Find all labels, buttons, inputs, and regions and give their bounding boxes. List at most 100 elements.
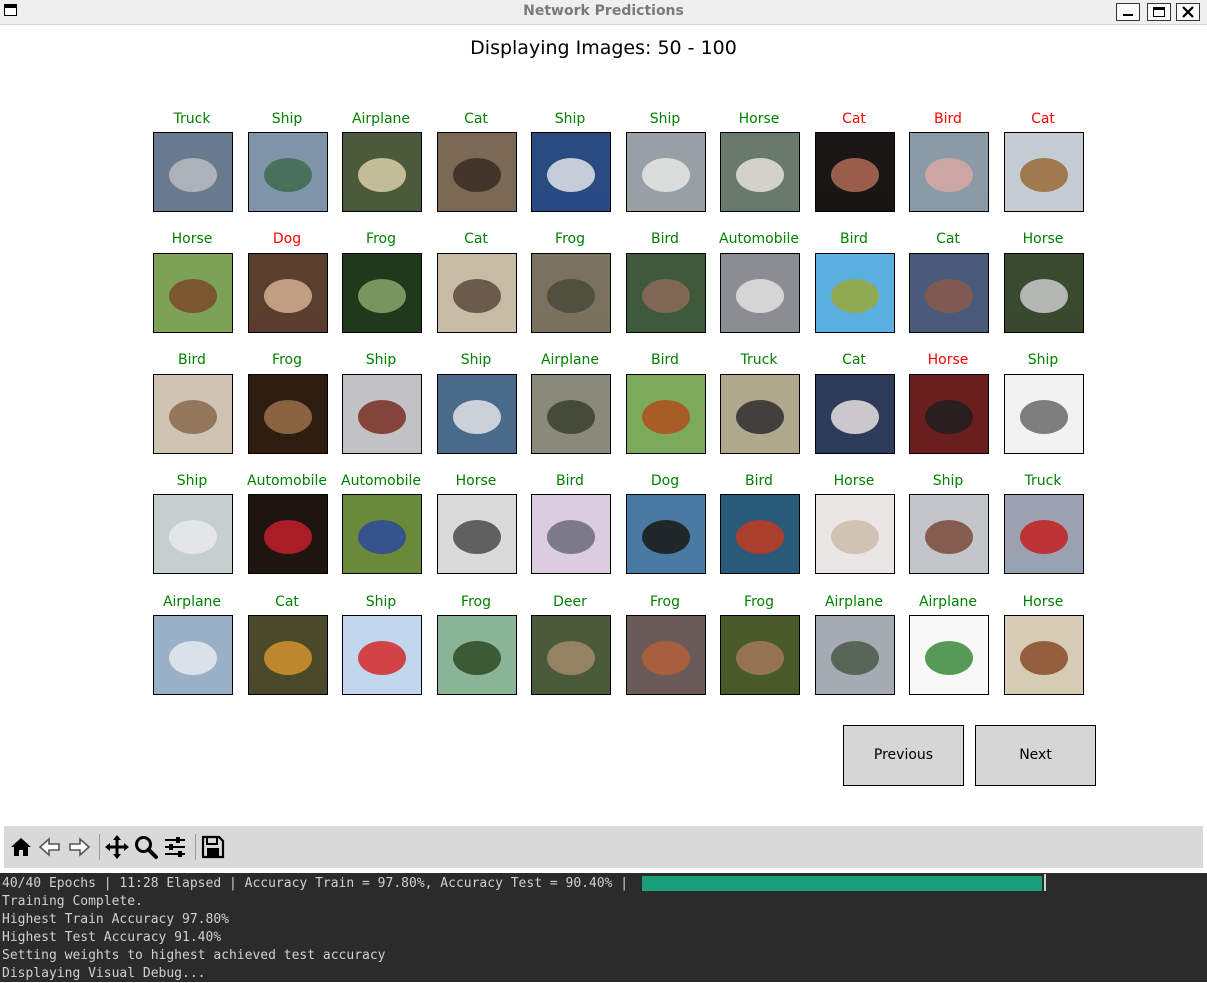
image-thumbnail	[437, 132, 517, 212]
image-thumbnail	[531, 374, 611, 454]
prediction-label: Frog	[744, 594, 774, 610]
terminal-line: Training Complete.	[2, 894, 143, 909]
image-thumbnail	[342, 615, 422, 695]
progress-bar-end	[1044, 874, 1046, 891]
prediction-label: Frog	[366, 231, 396, 247]
image-thumbnail	[626, 132, 706, 212]
image-thumbnail	[720, 253, 800, 333]
prediction-label: Bird	[745, 473, 773, 489]
prediction-label: Horse	[1022, 231, 1064, 247]
prediction-label: Ship	[176, 473, 208, 489]
image-thumbnail	[626, 615, 706, 695]
maximize-button[interactable]	[1147, 3, 1171, 21]
pan-icon[interactable]	[104, 834, 130, 860]
prediction-label: Airplane	[918, 594, 978, 610]
image-thumbnail	[153, 374, 233, 454]
image-thumbnail	[437, 494, 517, 574]
prediction-label: Automobile	[719, 231, 799, 247]
prediction-label: Ship	[932, 473, 964, 489]
zoom-icon[interactable]	[133, 834, 159, 860]
save-icon[interactable]	[200, 834, 226, 860]
prediction-label: Ship	[365, 352, 397, 368]
terminal-line: Displaying Visual Debug...	[2, 966, 206, 981]
image-thumbnail	[1004, 374, 1084, 454]
prediction-label: Frog	[555, 231, 585, 247]
prediction-label: Deer	[553, 594, 587, 610]
close-icon	[1182, 6, 1194, 18]
image-thumbnail	[437, 615, 517, 695]
toolbar-separator	[99, 834, 100, 860]
image-thumbnail	[342, 494, 422, 574]
back-icon[interactable]	[37, 834, 63, 860]
prediction-label: Truck	[173, 111, 211, 127]
prediction-label: Cat	[936, 231, 960, 247]
image-thumbnail	[342, 253, 422, 333]
prediction-label: Bird	[178, 352, 206, 368]
home-icon[interactable]	[8, 834, 34, 860]
training-progress-bar	[642, 876, 1042, 891]
image-thumbnail	[248, 494, 328, 574]
toolbar-separator	[195, 834, 196, 860]
image-thumbnail	[720, 374, 800, 454]
prediction-label: Ship	[554, 111, 586, 127]
prediction-label: Horse	[927, 352, 969, 368]
prediction-label: Ship	[365, 594, 397, 610]
image-thumbnail	[153, 253, 233, 333]
window-titlebar[interactable]: Network Predictions	[0, 0, 1207, 25]
window-title: Network Predictions	[523, 3, 684, 19]
image-thumbnail	[531, 253, 611, 333]
prediction-label: Bird	[556, 473, 584, 489]
image-thumbnail	[626, 253, 706, 333]
terminal-output: 40/40 Epochs | 11:28 Elapsed | Accuracy …	[0, 873, 1207, 982]
image-thumbnail	[153, 494, 233, 574]
terminal-line: Setting weights to highest achieved test…	[2, 948, 386, 963]
image-thumbnail	[153, 132, 233, 212]
configure-icon[interactable]	[162, 834, 188, 860]
image-thumbnail	[1004, 253, 1084, 333]
next-button[interactable]: Next	[975, 725, 1096, 786]
image-thumbnail	[1004, 494, 1084, 574]
image-thumbnail	[248, 132, 328, 212]
image-thumbnail	[626, 374, 706, 454]
image-thumbnail	[720, 494, 800, 574]
previous-button[interactable]: Previous	[843, 725, 964, 786]
image-thumbnail	[720, 132, 800, 212]
image-thumbnail	[1004, 615, 1084, 695]
prediction-label: Horse	[1022, 594, 1064, 610]
prediction-label: Ship	[1027, 352, 1059, 368]
image-thumbnail	[531, 615, 611, 695]
image-thumbnail	[909, 374, 989, 454]
terminal-line: Highest Test Accuracy 91.40%	[2, 930, 222, 945]
terminal-line: Highest Train Accuracy 97.80%	[2, 912, 229, 927]
image-thumbnail	[815, 615, 895, 695]
image-thumbnail	[626, 494, 706, 574]
image-thumbnail	[531, 494, 611, 574]
prediction-label: Airplane	[162, 594, 222, 610]
image-thumbnail	[909, 253, 989, 333]
plot-toolbar	[4, 826, 1203, 868]
image-thumbnail	[342, 132, 422, 212]
image-thumbnail	[1004, 132, 1084, 212]
image-thumbnail	[248, 615, 328, 695]
image-thumbnail	[815, 253, 895, 333]
prediction-label: Horse	[738, 111, 780, 127]
image-thumbnail	[909, 132, 989, 212]
prediction-label: Automobile	[341, 473, 421, 489]
close-button[interactable]	[1176, 3, 1200, 21]
image-thumbnail	[720, 615, 800, 695]
image-thumbnail	[815, 132, 895, 212]
prediction-label: Truck	[740, 352, 778, 368]
prediction-label: Airplane	[540, 352, 600, 368]
prediction-label: Airplane	[351, 111, 411, 127]
minimize-button[interactable]	[1116, 3, 1140, 21]
prediction-label: Truck	[1024, 473, 1062, 489]
image-thumbnail	[909, 615, 989, 695]
prediction-label: Horse	[171, 231, 213, 247]
image-thumbnail	[437, 374, 517, 454]
image-thumbnail	[815, 374, 895, 454]
forward-icon[interactable]	[66, 834, 92, 860]
image-thumbnail	[248, 374, 328, 454]
image-thumbnail	[248, 253, 328, 333]
image-thumbnail	[909, 494, 989, 574]
image-thumbnail	[153, 615, 233, 695]
